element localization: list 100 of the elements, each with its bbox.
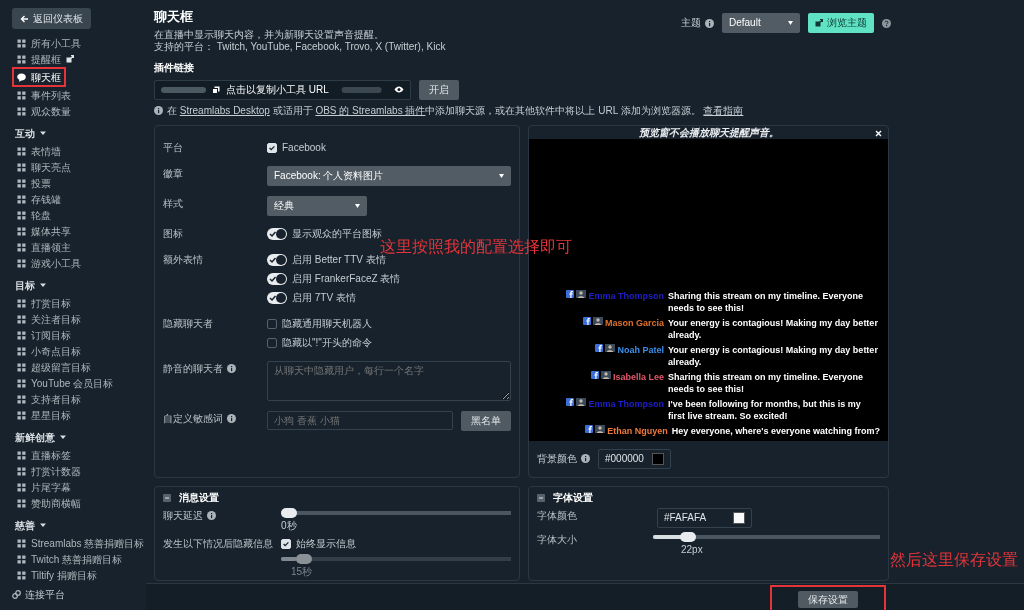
avatar-icon (576, 397, 587, 406)
sidebar-item[interactable]: 媒体共享 (12, 223, 142, 239)
sidebar-item[interactable]: 投票 (12, 175, 142, 191)
guide-link[interactable]: Streamlabs Desktop (179, 104, 270, 116)
back-button[interactable]: 返回仪表板 (12, 8, 91, 29)
sidebar-item[interactable]: 订阅目标 (12, 327, 142, 343)
toggle-switch[interactable] (267, 272, 287, 285)
sidebar-item[interactable]: 片尾字幕 (12, 479, 142, 495)
guide-link[interactable]: 查看指南 (703, 104, 744, 116)
connect-platform-link[interactable]: 连接平台 (25, 587, 65, 602)
close-icon[interactable] (875, 129, 882, 137)
sidebar-item[interactable]: 所有小工具 (12, 35, 142, 51)
sidebar-item[interactable]: 轮盘 (12, 207, 142, 223)
collapse-icon[interactable] (163, 493, 171, 502)
theme-select[interactable]: Default (722, 13, 800, 33)
widget-icon (17, 362, 26, 372)
enable-button[interactable]: 开启 (419, 79, 459, 100)
chat-message: Sharing this stream on my timeline. Everyone needs to see this! (668, 370, 865, 395)
widget-icon (17, 226, 26, 236)
caret-icon[interactable] (40, 522, 46, 528)
widget-icon (17, 106, 26, 116)
sidebar-item[interactable]: 事件列表 (12, 87, 142, 103)
url-field[interactable]: 点击以复制小工具 URL (154, 79, 411, 100)
widget-icon (17, 54, 26, 64)
widget-icon (17, 162, 26, 172)
slider-thumb[interactable] (680, 531, 697, 542)
section-title[interactable]: 慈善 (15, 517, 35, 533)
slider-reading: 0秒 (281, 519, 297, 532)
description-text: 在直播中显示聊天内容，并为新聊天设置声音提醒。 (154, 28, 385, 41)
sidebar-item[interactable]: 打赏目标 (12, 295, 142, 311)
collapse-icon[interactable] (537, 493, 545, 502)
sidebar-item[interactable]: 游戏小工具 (12, 255, 142, 271)
sidebar-item[interactable]: 赞助商横幅 (12, 495, 142, 511)
blacklist-button[interactable]: 黑名单 (461, 410, 511, 431)
sidebar-item[interactable]: Twitch 慈善捐赠目标 (12, 551, 142, 567)
checkbox-label: 隐藏通用聊天机器人 (282, 317, 372, 330)
sidebar-item[interactable]: 直播标签 (12, 447, 142, 463)
sidebar-item[interactable]: 表情墙 (12, 143, 142, 159)
sidebar-item[interactable]: 存钱罐 (12, 191, 142, 207)
slider-thumb[interactable] (281, 507, 297, 518)
sidebar-item[interactable]: 支持者目标 (12, 391, 142, 407)
avatar-icon (576, 289, 587, 298)
section-title[interactable]: 新鲜创意 (15, 429, 55, 445)
sidebar-item[interactable]: 提醒框 (12, 51, 142, 67)
section-title[interactable]: 目标 (15, 277, 35, 293)
sidebar-item[interactable]: 小奇点目标 (12, 343, 142, 359)
dropdown-select[interactable]: 经典 (267, 195, 367, 216)
username: Mason Garcia (604, 316, 664, 329)
sidebar-item[interactable]: Tiltify 捐赠目标 (12, 567, 142, 583)
text-input[interactable]: 小狗 香蕉 小猫 (267, 410, 453, 430)
external-link-icon (815, 19, 823, 27)
save-button[interactable]: 保存设置 (798, 591, 858, 608)
field-label: 隐藏聊天者 (163, 317, 213, 330)
facebook-icon (566, 397, 575, 406)
field-label: 发生以下情况后隐藏信息 (163, 537, 273, 550)
widget-icon (17, 498, 26, 508)
sidebar-item[interactable]: 聊天框 (12, 67, 66, 87)
checkbox[interactable] (267, 318, 277, 329)
field-label: 平台 (163, 141, 183, 154)
caret-icon[interactable] (60, 434, 66, 440)
sidebar-item[interactable]: 星星目标 (12, 407, 142, 423)
sidebar-item[interactable]: 聊天亮点 (12, 159, 142, 175)
widget-icon (17, 330, 26, 340)
widget-icon (17, 90, 26, 100)
avatar-icon (595, 424, 606, 433)
info-icon (581, 454, 590, 464)
page-title: 聊天框 (154, 9, 194, 25)
sidebar-item[interactable]: 直播领主 (12, 239, 142, 255)
toggle-switch[interactable] (267, 253, 287, 266)
widget-icon (17, 450, 26, 460)
section-title[interactable]: 互动 (15, 125, 35, 141)
sidebar-item[interactable]: 观众数量 (12, 103, 142, 119)
widget-icon (17, 378, 26, 388)
avatar-icon (600, 370, 611, 379)
field-label: 图标 (163, 227, 183, 240)
color-field[interactable]: #FAFAFA (657, 507, 752, 528)
sidebar-item[interactable]: Streamlabs 慈善捐赠目标 (12, 535, 142, 551)
field-label: 背景颜色 (537, 452, 577, 465)
field-label: 样式 (163, 197, 183, 210)
color-swatch[interactable] (651, 452, 664, 465)
toggle-switch[interactable] (267, 291, 287, 304)
caret-icon[interactable] (40, 282, 46, 288)
browse-themes-button[interactable]: 浏览主题 (808, 13, 874, 33)
color-swatch[interactable] (733, 511, 745, 524)
eye-icon[interactable] (394, 86, 404, 94)
widget-icon (17, 194, 26, 204)
sidebar-item[interactable]: 超级留言目标 (12, 359, 142, 375)
help-icon[interactable] (882, 18, 891, 28)
caret-icon[interactable] (40, 130, 46, 136)
sidebar-item[interactable]: 打赏计数器 (12, 463, 142, 479)
sidebar-item[interactable]: 关注者目标 (12, 311, 142, 327)
toggle-switch[interactable] (267, 227, 287, 240)
sidebar-item[interactable]: YouTube 会员目标 (12, 375, 142, 391)
toggle-label: 显示观众的平台图标 (292, 227, 382, 239)
guide-link[interactable]: OBS 的 Streamlabs 插件 (315, 104, 426, 116)
checkbox[interactable] (267, 337, 277, 348)
username: Ethan Nguyen (607, 424, 668, 437)
chat-message: Hey everyone, where's everyone watching from? (671, 424, 880, 437)
color-field[interactable]: #000000 (598, 448, 671, 469)
dropdown-select[interactable]: Facebook: 个人资料图片 (267, 165, 511, 186)
